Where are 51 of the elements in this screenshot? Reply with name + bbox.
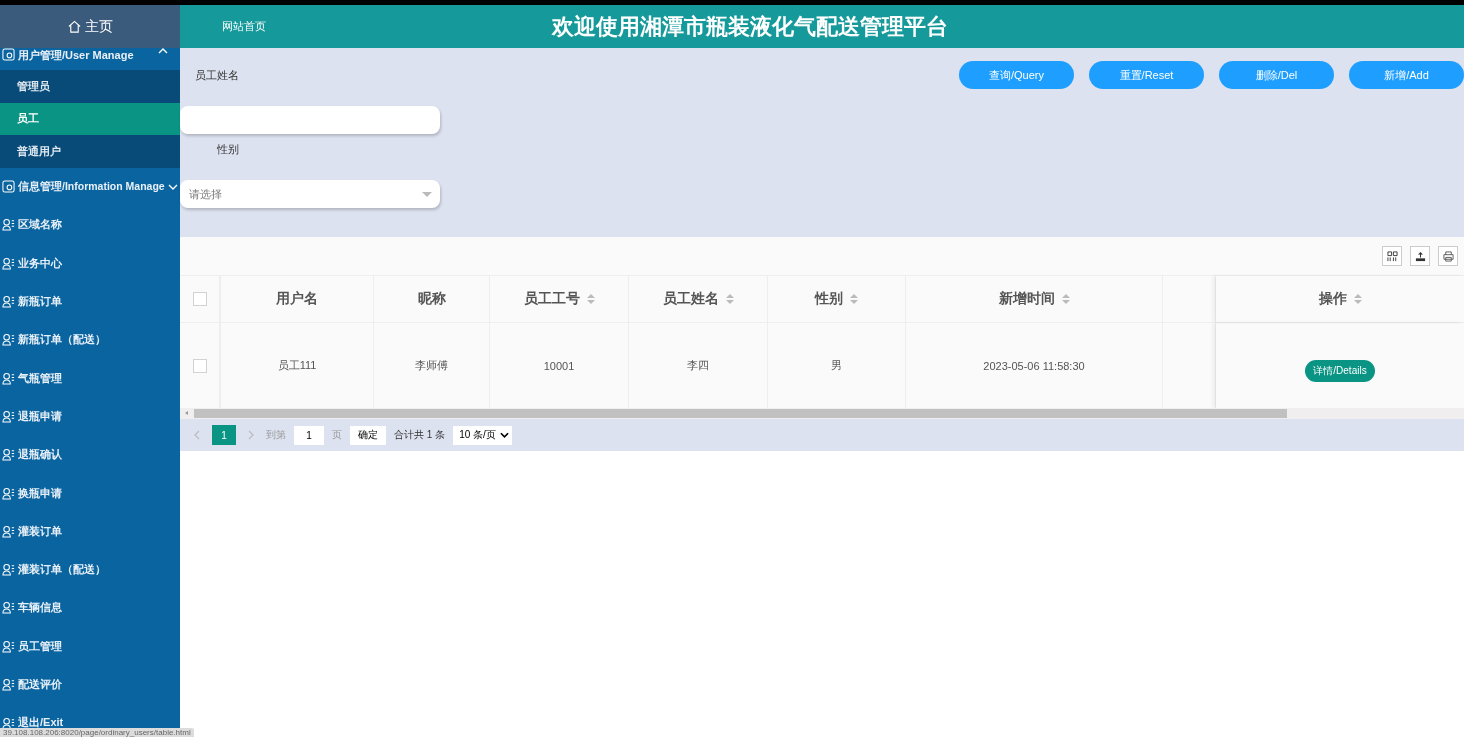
table-cell: 李师傅: [415, 358, 448, 373]
confirm-button[interactable]: 确定: [350, 425, 386, 445]
page-input[interactable]: 1: [294, 425, 324, 445]
menu-item[interactable]: 气瓶管理: [0, 359, 180, 398]
table-cell: 员工111: [277, 358, 317, 373]
table-cell: 10001: [543, 359, 575, 372]
page-number[interactable]: 1: [212, 425, 236, 445]
menu-item[interactable]: 退瓶确认: [0, 435, 180, 474]
column-header: 新增时间: [998, 290, 1055, 308]
menu-item[interactable]: 业务中心: [0, 244, 180, 283]
action-button[interactable]: 删除/Del: [1219, 61, 1334, 89]
menu-item[interactable]: 灌装订单: [0, 512, 180, 551]
action-button[interactable]: 新增/Add: [1349, 61, 1464, 89]
submenu-item[interactable]: 管理员: [0, 70, 180, 103]
column-header: 操作: [1318, 290, 1347, 308]
menu-item[interactable]: 新瓶订单（配送）: [0, 320, 180, 359]
menu-item[interactable]: 灌装订单（配送）: [0, 550, 180, 589]
column-header: 员工姓名: [662, 290, 719, 308]
field-label: 员工姓名: [195, 68, 239, 83]
menu-item[interactable]: 换瓶申请: [0, 473, 180, 513]
table-cell: 男: [831, 358, 842, 373]
menu-item[interactable]: 区域名称: [0, 205, 180, 245]
goto-label: 到第: [266, 428, 286, 442]
table-cell: 李四: [687, 358, 709, 373]
menu-item[interactable]: 配送评价: [0, 665, 180, 704]
page-title: 欢迎使用湘潭市瓶装液化气配送管理平台: [552, 12, 948, 41]
submenu-item[interactable]: 普通用户: [0, 135, 180, 168]
select-field[interactable]: 请选择: [180, 180, 440, 208]
page-size-select[interactable]: 10 条/页: [453, 425, 512, 445]
status-url: 39.108.108.206:8020/page/ordinary_users/table.html: [0, 728, 194, 737]
site-home-link[interactable]: 网站首页: [222, 19, 552, 34]
action-button[interactable]: 查询/Query: [959, 61, 1074, 89]
column-header: 员工工号: [523, 290, 580, 308]
home-link[interactable]: 主页: [0, 5, 180, 48]
menu-item[interactable]: 新瓶订单: [0, 282, 180, 321]
field-label: 性别: [217, 142, 239, 157]
menu-item[interactable]: 退瓶申请: [0, 397, 180, 436]
submenu-item[interactable]: 员工: [0, 102, 180, 135]
action-button[interactable]: 重置/Reset: [1089, 61, 1204, 89]
details-button[interactable]: 详情/Details: [1305, 359, 1375, 382]
total-count: 合计共 1 条: [394, 428, 446, 442]
page-unit: 页: [332, 428, 342, 442]
menu-item[interactable]: 车辆信息: [0, 588, 180, 628]
column-header: 性别: [815, 290, 843, 308]
menu-group[interactable]: 用户管理/User Manage: [0, 48, 180, 70]
column-header: 用户名: [276, 290, 318, 308]
menu-item[interactable]: 员工管理: [0, 627, 180, 666]
menu-item[interactable]: 退出/Exit: [0, 703, 180, 730]
table-cell: 2023-05-06 11:58:30: [983, 359, 1085, 372]
column-header: 昵称: [417, 290, 446, 308]
menu-group[interactable]: 信息管理/Information Manage: [0, 167, 180, 206]
